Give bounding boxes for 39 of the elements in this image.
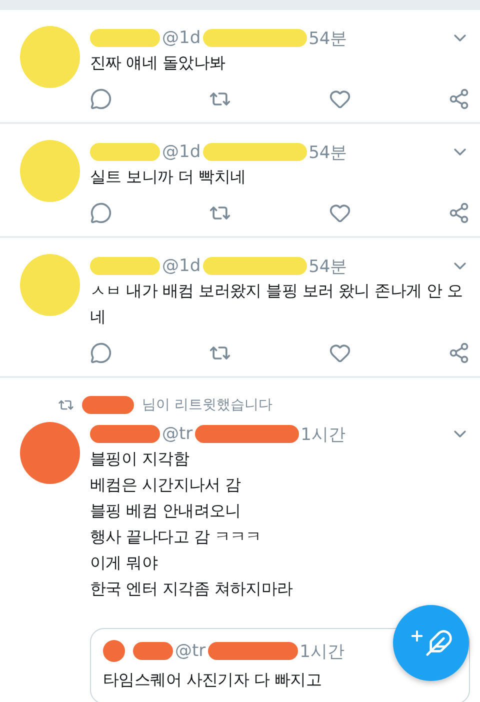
- tweet-text: 실트 보니까 더 빡치네: [90, 166, 247, 188]
- feather-icon: [425, 629, 453, 657]
- reply-icon[interactable]: [90, 88, 112, 110]
- tweet-text: 이게 뭐야: [90, 552, 159, 574]
- heart-icon[interactable]: [328, 202, 351, 224]
- tweet-text: 타임스퀘어 사진기자 다 빠지고: [103, 669, 322, 691]
- redaction-mark: [82, 396, 134, 414]
- tweet-time: 1시간: [300, 640, 344, 662]
- user-handle: @1d: [162, 142, 201, 162]
- tweet-time: 1시간: [300, 424, 346, 446]
- reply-icon[interactable]: [90, 202, 112, 224]
- tweet-text: 한국 엔터 지각좀 쳐하지마라: [90, 578, 294, 600]
- share-icon[interactable]: [448, 342, 470, 364]
- tweet-text: 진짜 얘네 돌았나봐: [90, 52, 226, 74]
- retweet-label: 님이 리트윗했습니다: [142, 396, 272, 414]
- user-handle: @tr: [175, 641, 206, 661]
- user-handle: @tr: [162, 424, 193, 444]
- tweet-text: 베컴은 시간지나서 감: [90, 474, 242, 496]
- redaction-mark: [90, 257, 160, 275]
- user-handle: @1d: [162, 256, 201, 276]
- share-icon[interactable]: [448, 202, 470, 224]
- redaction-mark: [90, 425, 160, 443]
- tweet-time: 54분: [308, 28, 348, 50]
- user-handle: @1d: [162, 28, 201, 48]
- tweet-text: 블핑이 지각함: [90, 448, 190, 470]
- tweet-time: 54분: [308, 142, 348, 164]
- tweet-time: 54분: [308, 256, 348, 278]
- tweet-text: 행사 끝나다고 감 ㅋㅋㅋ: [90, 526, 262, 548]
- heart-icon[interactable]: [328, 88, 351, 110]
- redaction-mark: [90, 29, 160, 47]
- plus-icon: [409, 628, 425, 644]
- share-icon[interactable]: [448, 88, 470, 110]
- heart-icon[interactable]: [328, 342, 351, 364]
- avatar: [103, 640, 125, 662]
- redaction-mark: [133, 642, 173, 660]
- reply-icon[interactable]: [90, 342, 112, 364]
- tweet-text: ㅅㅂ 내가 배컴 보러왔지 블핑 보러 왔니 존나게 안 오네: [90, 280, 464, 328]
- tweet-text: 블핑 베컴 안내려오니: [90, 500, 242, 522]
- redaction-mark: [90, 143, 160, 161]
